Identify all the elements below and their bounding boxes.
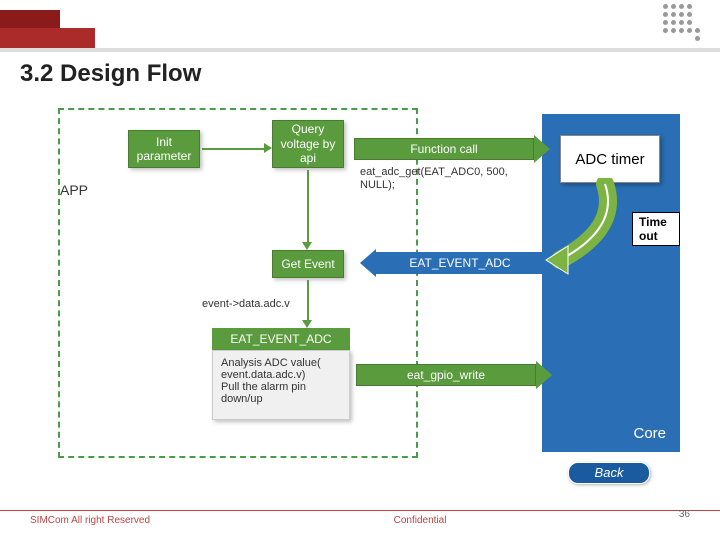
arrow-label: Function call: [410, 142, 477, 156]
adc-timer-box: ADC timer: [560, 135, 660, 183]
arrow-head-icon: [264, 143, 272, 153]
function-call-arrow: Function call: [354, 138, 534, 160]
arrow-getevent-to-eventbox: [307, 280, 309, 322]
event-body-box: Analysis ADC value( event.data.adc.v) Pu…: [212, 350, 350, 420]
arrow-head-icon: [302, 320, 312, 328]
footer-center: Confidential: [150, 515, 690, 526]
red-accent-1: [0, 10, 60, 28]
gray-bar: [0, 48, 720, 52]
arrow-head-icon: [360, 249, 376, 277]
arrow-head-icon: [536, 361, 552, 389]
header-decoration: [0, 0, 720, 28]
event-title-box: EAT_EVENT_ADC: [212, 328, 350, 350]
event-data-annotation: event->data.adc.v: [202, 298, 290, 310]
red-accent-2: [0, 28, 95, 48]
footer-left: SIMCom All right Reserved: [30, 515, 150, 526]
footer: SIMCom All right Reserved Confidential: [0, 510, 720, 526]
eat-event-adc-arrow: EAT_EVENT_ADC: [376, 252, 544, 274]
arrow-query-to-getevent: [307, 170, 309, 244]
init-parameter-box: Init parameter: [128, 130, 200, 168]
api-call-annotation: eat_adc_get(EAT_ADC0, 500, NULL);: [360, 166, 520, 192]
back-button[interactable]: Back: [568, 462, 650, 484]
curve-arrow-timer-to-event: [540, 178, 640, 278]
diagram-canvas: APP Init parameter Query voltage by api …: [50, 100, 680, 490]
get-event-box: Get Event: [272, 250, 344, 278]
arrow-label: EAT_EVENT_ADC: [409, 256, 510, 270]
app-label: APP: [60, 182, 88, 198]
arrow-init-to-query: [202, 148, 266, 150]
eat-gpio-write-arrow: eat_gpio_write: [356, 364, 536, 386]
arrow-head-icon: [534, 135, 550, 163]
core-label: Core: [633, 425, 666, 442]
page-number: 36: [679, 509, 690, 520]
query-voltage-box: Query voltage by api: [272, 120, 344, 168]
arrow-label: eat_gpio_write: [407, 368, 485, 382]
page-title: 3.2 Design Flow: [20, 60, 201, 88]
arrow-head-icon: [302, 242, 312, 250]
dots-decoration: [663, 4, 700, 41]
